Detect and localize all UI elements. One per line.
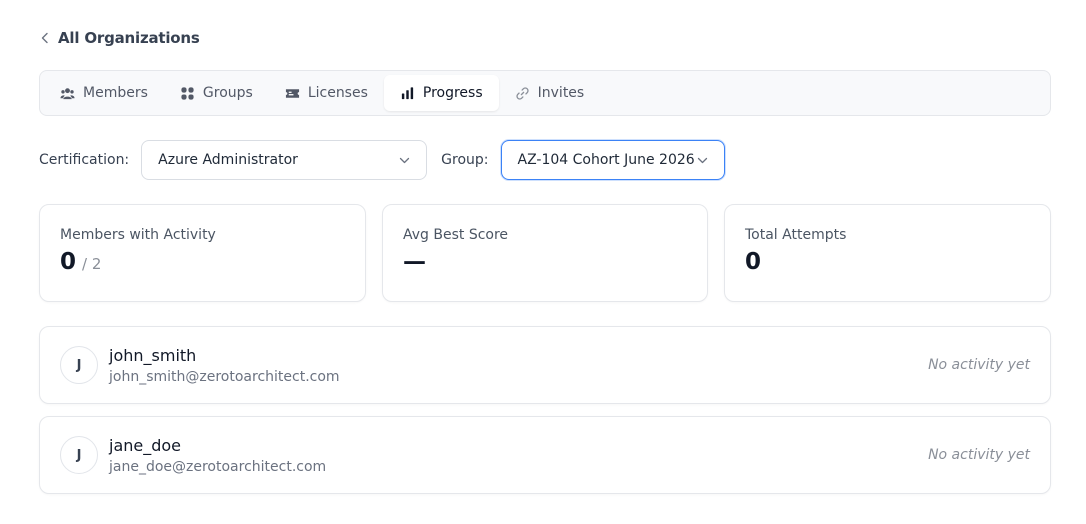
tab-licenses-label: Licenses [307,85,368,101]
member-email: jane_doe@zerotoarchitect.com [109,458,327,475]
member-row[interactable]: J john_smith john_smith@zerotoarchitect.… [39,326,1051,404]
stat-card-avg-best-score: Avg Best Score — [382,204,708,302]
stat-label: Members with Activity [60,227,216,243]
group-select-value: AZ-104 Cohort June 2026 [517,152,695,168]
stat-value: — [403,249,426,275]
tab-members[interactable]: Members [44,75,164,111]
back-link-label: All Organizations [58,29,200,47]
stat-value: 0 [745,249,762,275]
member-name: jane_doe [109,435,182,455]
tab-progress[interactable]: Progress [383,75,499,111]
chevron-down-icon [400,157,410,163]
certification-select-value: Azure Administrator [158,152,298,168]
member-status: No activity yet [928,357,1030,373]
avatar: J [60,436,98,474]
stat-card-members-activity: Members with Activity 0 / 2 [39,204,366,302]
tab-invites[interactable]: Invites [499,75,601,111]
member-status: No activity yet [928,447,1030,463]
certification-label: Certification: [39,152,130,168]
tab-groups[interactable]: Groups [164,75,269,111]
tab-progress-label: Progress [422,85,483,101]
avatar: J [60,346,98,384]
chevron-down-icon [697,157,707,163]
stat-subvalue: / 2 [82,255,102,273]
tab-groups-label: Groups [202,85,253,101]
ticket-icon [285,88,299,98]
tab-licenses[interactable]: Licenses [269,75,384,111]
group-label: Group: [441,152,489,168]
tab-invites-label: Invites [537,85,585,101]
tab-bar: Members Groups Licenses Progress Invites [39,70,1051,116]
filter-bar: Certification: Azure Administrator Group… [39,140,725,180]
member-email: john_smith@zerotoarchitect.com [109,368,340,385]
stat-label: Avg Best Score [403,227,509,243]
certification-select[interactable]: Azure Administrator [141,140,428,180]
back-link[interactable]: All Organizations [40,27,200,49]
grid-icon [181,86,194,100]
users-icon [60,87,75,99]
tab-members-label: Members [83,85,148,101]
stat-card-total-attempts: Total Attempts 0 [724,204,1051,302]
member-name: john_smith [109,345,197,365]
stat-value: 0 [60,249,77,275]
link-icon [516,86,529,100]
member-row[interactable]: J jane_doe jane_doe@zerotoarchitect.com … [39,416,1051,494]
bar-chart-icon [401,86,414,99]
stat-label: Total Attempts [745,227,847,243]
chevron-left-icon [41,32,48,44]
group-select[interactable]: AZ-104 Cohort June 2026 [500,140,725,180]
